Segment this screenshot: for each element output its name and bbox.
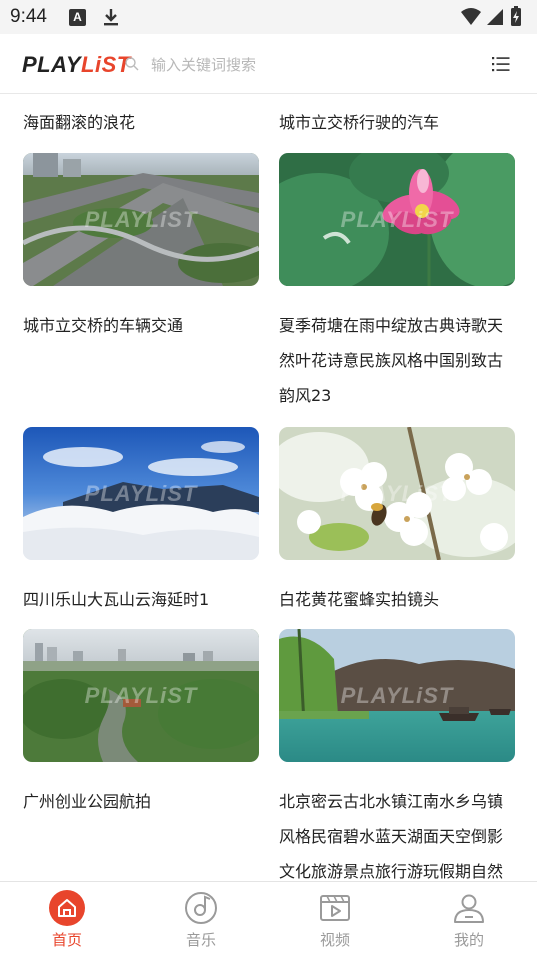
nav-label-music: 音乐	[185, 931, 216, 949]
video-title[interactable]: 城市立交桥行驶的汽车	[279, 105, 515, 140]
profile-icon	[454, 894, 484, 923]
video-icon	[320, 895, 350, 921]
app-header: PLAYLiST	[0, 34, 537, 94]
video-title[interactable]: 夏季荷塘在雨中绽放古典诗歌天然叶花诗意民族风格中国别致古韵风23	[279, 308, 515, 413]
search-input[interactable]	[151, 52, 421, 78]
nav-tab-home[interactable]: 首页	[0, 882, 134, 956]
video-title[interactable]: 北京密云古北水镇江南水乡乌镇风格民宿碧水蓝天湖面天空倒影文化旅游景点旅行游玩假期…	[279, 784, 515, 881]
video-title[interactable]: 四川乐山大瓦山云海延时1	[23, 582, 259, 617]
logo-text-play: PLAY	[22, 52, 82, 77]
home-icon	[49, 890, 85, 926]
video-thumbnail-highway-interchange[interactable]: PLAYLiST	[23, 153, 259, 286]
video-title[interactable]: 海面翻滚的浪花	[23, 105, 259, 140]
thumbnail-watermark: PLAYLiST	[84, 682, 198, 708]
video-thumbnail-mountain-sea-of-clouds[interactable]: PLAYLiST	[23, 427, 259, 560]
video-thumbnail-lotus-flower[interactable]: PLAYLiST	[279, 153, 515, 286]
search-bar[interactable]	[124, 52, 424, 78]
app-logo[interactable]: PLAYLiST	[22, 52, 131, 78]
video-thumbnail-park-aerial[interactable]: PLAYLiST	[23, 629, 259, 762]
video-feed: 海面翻滚的浪花 城市立交桥行驶的汽车 PLAYLiST PLAYLiST 城市立…	[0, 95, 537, 881]
system-status-icons	[461, 6, 521, 26]
thumbnail-watermark: PLAYLiST	[84, 480, 198, 506]
video-thumbnail-pear-blossoms-bee[interactable]: PLAYLiST	[279, 427, 515, 560]
wifi-icon	[461, 8, 481, 25]
music-icon	[185, 892, 217, 924]
download-icon	[104, 9, 118, 26]
nav-label-profile: 我的	[453, 931, 484, 949]
thumbnail-watermark: PLAYLiST	[340, 682, 454, 708]
list-menu-icon[interactable]	[489, 54, 513, 74]
nav-tab-profile[interactable]: 我的	[402, 882, 536, 956]
thumbnail-watermark: PLAYLiST	[340, 480, 454, 506]
bottom-navigation: 首页 音乐 视频 我的	[0, 881, 537, 956]
nav-label-home: 首页	[51, 931, 82, 949]
thumbnail-watermark: PLAYLiST	[340, 206, 454, 232]
video-title[interactable]: 城市立交桥的车辆交通	[23, 308, 259, 343]
status-time: 9:44	[10, 6, 47, 27]
nav-label-video: 视频	[319, 931, 350, 949]
video-title[interactable]: 广州创业公园航拍	[23, 784, 259, 819]
search-icon	[125, 57, 139, 71]
notification-a-icon: A	[69, 9, 86, 26]
status-bar: 9:44 A	[0, 0, 537, 34]
nav-tab-video[interactable]: 视频	[268, 882, 402, 956]
battery-icon	[511, 6, 521, 26]
thumbnail-watermark: PLAYLiST	[84, 206, 198, 232]
nav-tab-music[interactable]: 音乐	[134, 882, 268, 956]
video-title[interactable]: 白花黄花蜜蜂实拍镜头	[279, 582, 515, 617]
video-thumbnail-lake-boats[interactable]: PLAYLiST	[279, 629, 515, 762]
cell-signal-icon	[487, 9, 503, 25]
